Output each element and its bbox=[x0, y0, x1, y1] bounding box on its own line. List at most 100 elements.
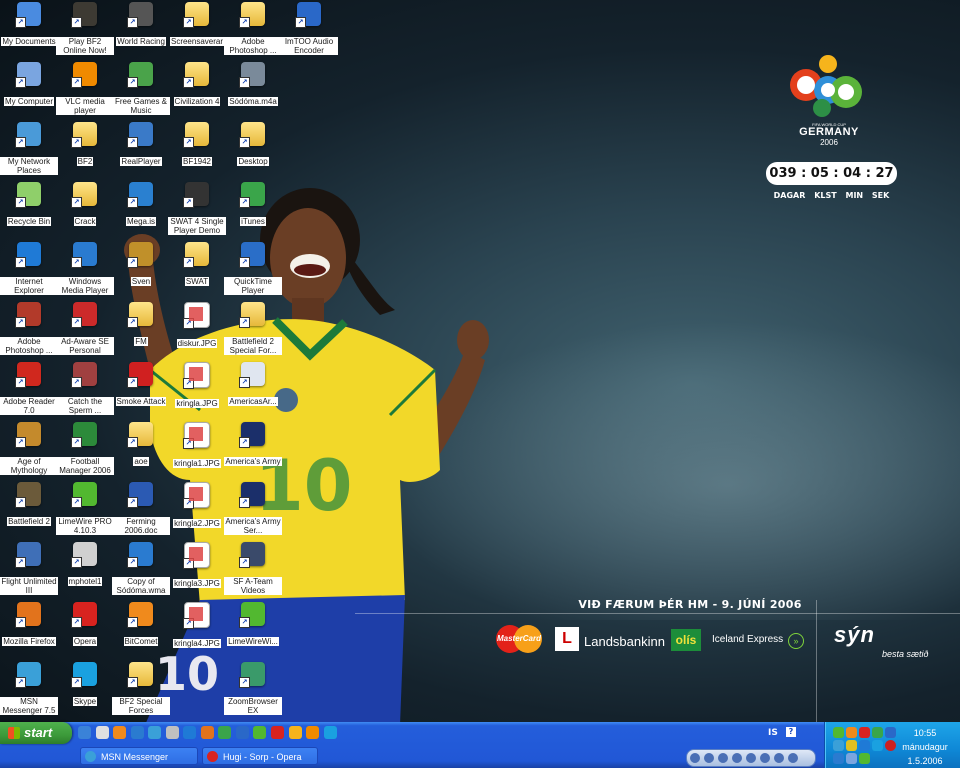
desktop-icon[interactable]: ↗ Windows Media Player bbox=[56, 242, 114, 295]
desktop-icon[interactable]: ↗ kringla2.JPG bbox=[168, 482, 226, 528]
stop-icon[interactable] bbox=[704, 753, 714, 763]
previous-icon[interactable] bbox=[732, 753, 742, 763]
desktop-icon[interactable]: ↗ Recycle Bin bbox=[0, 182, 58, 226]
quick-launch-icon[interactable] bbox=[253, 726, 267, 739]
quick-launch-icon[interactable] bbox=[271, 726, 285, 739]
play-icon[interactable] bbox=[690, 753, 700, 763]
desktop-icon[interactable]: ↗ Adobe Photoshop ... bbox=[224, 2, 282, 55]
quick-launch-icon[interactable] bbox=[183, 726, 197, 739]
desktop-icon[interactable]: ↗ Smoke Attack bbox=[112, 362, 170, 406]
tray-icon[interactable] bbox=[859, 727, 870, 738]
desktop-icon[interactable]: ↗ MSN Messenger 7.5 bbox=[0, 662, 58, 715]
desktop-icon[interactable]: ↗ Football Manager 2006 bbox=[56, 422, 114, 475]
desktop-icon[interactable]: ↗ Flight Unlimited III bbox=[0, 542, 58, 595]
desktop-icon[interactable]: ↗ Internet Explorer bbox=[0, 242, 58, 295]
desktop-icon[interactable]: ↗ Mozilla Firefox bbox=[0, 602, 58, 646]
pause-icon[interactable] bbox=[718, 753, 728, 763]
desktop-icon[interactable]: ↗ SWAT 4 Single Player Demo bbox=[168, 182, 226, 235]
desktop-icon[interactable]: ↗ FM bbox=[112, 302, 170, 346]
desktop-icon[interactable]: ↗ diskur.JPG bbox=[168, 302, 226, 348]
volume-icon[interactable] bbox=[774, 753, 784, 763]
desktop-icon[interactable]: ↗ Catch the Sperm ... bbox=[56, 362, 114, 415]
desktop-icon[interactable]: ↗ Play BF2 Online Now! bbox=[56, 2, 114, 55]
desktop-icon[interactable]: ↗ QuickTime Player bbox=[224, 242, 282, 295]
desktop-icon[interactable]: ↗ ImTOO Audio Encoder bbox=[280, 2, 338, 55]
desktop-icon[interactable]: ↗ AmericasAr... bbox=[224, 362, 282, 406]
help-icon[interactable]: ? bbox=[786, 727, 796, 737]
desktop-icon[interactable]: ↗ Desktop bbox=[224, 122, 282, 166]
tray-icon[interactable] bbox=[833, 753, 844, 764]
desktop-icon[interactable]: ↗ Battlefield 2 bbox=[0, 482, 58, 526]
restore-icon[interactable] bbox=[788, 753, 798, 763]
desktop-icon[interactable]: ↗ BitComet bbox=[112, 602, 170, 646]
desktop-icon[interactable]: ↗ RealPlayer bbox=[112, 122, 170, 166]
tray-icon[interactable] bbox=[846, 727, 857, 738]
desktop-icon[interactable]: ↗ aoe bbox=[112, 422, 170, 466]
desktop-icon[interactable]: ↗ Mega.is bbox=[112, 182, 170, 226]
desktop-icon[interactable]: ↗ My Documents bbox=[0, 2, 58, 46]
taskbar-clock[interactable]: 10:55 mánudagur 1.5.2006 bbox=[895, 726, 955, 768]
tray-icon[interactable] bbox=[833, 740, 844, 751]
desktop-icon[interactable]: ↗ kringla.JPG bbox=[168, 362, 226, 408]
tray-icon[interactable] bbox=[859, 740, 870, 751]
desktop-icon[interactable]: ↗ Battlefield 2 Special For... bbox=[224, 302, 282, 355]
taskbar-button-msn[interactable]: MSN Messenger bbox=[80, 747, 198, 765]
desktop-icon[interactable]: ↗ LimeWireWi... bbox=[224, 602, 282, 646]
desktop-icon[interactable]: ↗ ZoomBrowser EX bbox=[224, 662, 282, 715]
quick-launch-icon[interactable] bbox=[200, 726, 214, 739]
quick-launch-icon[interactable] bbox=[113, 726, 127, 739]
desktop-icon[interactable]: ↗ iTunes bbox=[224, 182, 282, 226]
desktop-icon[interactable]: ↗ Civilization 4 bbox=[168, 62, 226, 106]
quick-launch-icon[interactable] bbox=[218, 726, 232, 739]
desktop-icon[interactable]: ↗ America's Army bbox=[224, 422, 282, 466]
desktop-icon[interactable]: ↗ Crack bbox=[56, 182, 114, 226]
desktop-icon[interactable]: ↗ kringla4.JPG bbox=[168, 602, 226, 648]
desktop-icon[interactable]: ↗ BF2 bbox=[56, 122, 114, 166]
next-icon[interactable] bbox=[746, 753, 756, 763]
quick-launch-icon[interactable] bbox=[323, 726, 337, 739]
language-indicator[interactable]: IS bbox=[768, 728, 778, 738]
taskbar-button-opera[interactable]: Hugi - Sorp - Opera bbox=[202, 747, 318, 765]
start-button[interactable]: start bbox=[0, 722, 72, 744]
desktop-icon[interactable]: ↗ World Racing bbox=[112, 2, 170, 46]
quick-launch-icon[interactable] bbox=[78, 726, 91, 739]
quick-launch-icon[interactable] bbox=[130, 726, 144, 739]
desktop-icon[interactable]: ↗ BF1942 bbox=[168, 122, 226, 166]
desktop-icon[interactable]: ↗ kringla3.JPG bbox=[168, 542, 226, 588]
tray-icon[interactable] bbox=[846, 753, 857, 764]
quick-launch-icon[interactable] bbox=[306, 726, 320, 739]
quick-launch-icon[interactable] bbox=[165, 726, 179, 739]
desktop-icon[interactable]: ↗ America's Army Ser... bbox=[224, 482, 282, 535]
tray-icon[interactable] bbox=[846, 740, 857, 751]
desktop-icon[interactable]: ↗ Copy of Sódóma.wma bbox=[112, 542, 170, 595]
desktop-icon[interactable]: ↗ SF A-Team Videos bbox=[224, 542, 282, 595]
desktop-icon[interactable]: ↗ Adobe Reader 7.0 bbox=[0, 362, 58, 415]
desktop-icon[interactable]: ↗ Adobe Photoshop ... bbox=[0, 302, 58, 355]
tray-icon[interactable] bbox=[872, 727, 883, 738]
mute-icon[interactable] bbox=[760, 753, 770, 763]
desktop-icon[interactable]: ↗ kringla1.JPG bbox=[168, 422, 226, 468]
desktop-icon[interactable]: ↗ Screensaverar bbox=[168, 2, 226, 46]
quick-launch-icon[interactable] bbox=[95, 726, 109, 739]
desktop-icon[interactable]: ↗ Skype bbox=[56, 662, 114, 706]
tray-icon[interactable] bbox=[833, 727, 844, 738]
desktop-icon[interactable]: ↗ VLC media player bbox=[56, 62, 114, 115]
quick-launch-icon[interactable] bbox=[235, 726, 249, 739]
desktop-icon[interactable]: ↗ LimeWire PRO 4.10.3 bbox=[56, 482, 114, 535]
desktop-icon[interactable]: ↗ My Network Places bbox=[0, 122, 58, 175]
desktop-icon[interactable]: ↗ Free Games & Music bbox=[112, 62, 170, 115]
desktop-icon[interactable]: ↗ Age of Mythology bbox=[0, 422, 58, 475]
desktop-icon[interactable]: ↗ My Computer bbox=[0, 62, 58, 106]
desktop-icon[interactable]: ↗ Ferming 2006.doc bbox=[112, 482, 170, 535]
desktop-icon[interactable]: ↗ Ad-Aware SE Personal bbox=[56, 302, 114, 355]
desktop-icon[interactable]: ↗ Opera bbox=[56, 602, 114, 646]
desktop-icon[interactable]: ↗ SWAT bbox=[168, 242, 226, 286]
quick-launch-icon[interactable] bbox=[288, 726, 302, 739]
desktop-icon[interactable]: ↗ mphotel1 bbox=[56, 542, 114, 586]
tray-icon[interactable] bbox=[859, 753, 870, 764]
desktop-icon[interactable]: ↗ Sven bbox=[112, 242, 170, 286]
tray-icon[interactable] bbox=[872, 740, 883, 751]
desktop-icon[interactable]: ↗ Sódóma.m4a bbox=[224, 62, 282, 106]
desktop-icon[interactable]: ↗ BF2 Special Forces bbox=[112, 662, 170, 715]
quick-launch-icon[interactable] bbox=[148, 726, 162, 739]
